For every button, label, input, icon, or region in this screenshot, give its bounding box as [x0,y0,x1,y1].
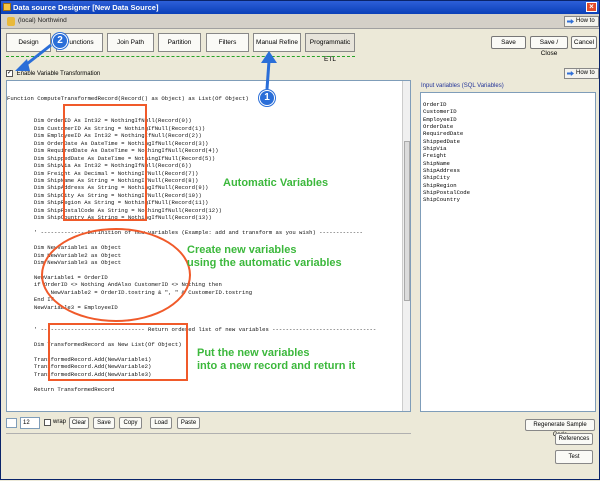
variable-item[interactable]: ShipAddress [423,167,470,174]
return-record-annotation: Put the new variables into a new record … [197,347,356,372]
editor-scrollbar[interactable] [402,81,410,411]
scrollbar-thumb[interactable] [404,141,410,301]
variable-item[interactable]: OrderDate [423,123,470,130]
wrap-label: wrap [53,419,67,425]
how-to-button-etl[interactable]: How to [564,68,599,79]
variable-item[interactable]: ShipName [423,160,470,167]
step-badge-1: 1 [259,90,275,106]
variable-item[interactable]: ShipCountry [423,196,470,203]
font-icon[interactable] [6,418,17,428]
window-title: Data source Designer [New Data Source] [13,3,159,12]
save-button[interactable]: Save [491,36,526,49]
step-manual-refine[interactable]: Manual Refine [253,33,301,52]
variable-items[interactable]: OrderID CustomerID EmployeeID OrderDate Requ… [423,101,470,204]
output-area [6,433,411,473]
cancel-button[interactable]: Cancel [571,36,597,49]
automatic-variables-highlight [63,104,147,221]
how-to-button-top[interactable]: How to [564,16,599,27]
code-line[interactable] [7,393,376,400]
variable-item[interactable]: ShippedDate [423,138,470,145]
how-to-label: How to [576,70,595,76]
variable-item[interactable]: Freight [423,152,470,159]
wrap-checkbox[interactable] [44,419,51,426]
step-filters[interactable]: Filters [206,33,249,52]
input-variables-list[interactable]: OrderID CustomerID EmployeeID OrderDate Requ… [420,92,596,412]
variable-item[interactable]: ShipCity [423,174,470,181]
variable-item[interactable]: ShipPostalCode [423,189,470,196]
variable-item[interactable]: CustomerID [423,108,470,115]
copy-button[interactable]: Copy [119,417,142,429]
create-variables-highlight [41,228,191,322]
paste-button[interactable]: Paste [177,417,200,429]
clear-button[interactable]: Clear [69,417,89,429]
font-size-stepper[interactable]: 12 [20,417,40,429]
arrow-head-icon [261,51,277,63]
app-icon [3,3,11,11]
variable-item[interactable]: EmployeeID [423,116,470,123]
regenerate-sample-code-button[interactable]: Regenerate Sample Code [525,419,595,438]
step-join-path[interactable]: Join Path [107,33,154,52]
code-line[interactable] [7,408,376,411]
step-design[interactable]: Design [6,33,51,52]
arrow-right-icon [567,71,574,76]
code-line[interactable] [7,222,376,229]
variable-item[interactable]: RequiredDate [423,130,470,137]
enable-vt-checkbox[interactable]: ✓ [6,70,13,77]
create-variables-annotation: Create new variables using the automatic… [187,244,342,269]
load-button[interactable]: Load [150,417,172,429]
database-icon [7,17,15,26]
variable-item[interactable]: OrderID [423,101,470,108]
step-badge-2: 2 [52,33,68,49]
step-programmatic-etl[interactable]: Programmatic ETL [305,33,355,63]
how-to-label: How to [576,18,595,24]
references-button[interactable]: References [555,433,593,445]
code-line[interactable]: ' ------------- Definition of new variab… [7,229,376,236]
test-button[interactable]: Test [555,450,593,464]
automatic-variables-annotation: Automatic Variables [223,177,329,189]
title-bar: Data source Designer [New Data Source] × [1,1,599,14]
return-record-highlight [48,323,188,381]
variable-item[interactable]: ShipVia [423,145,470,152]
connection-bar: (local) Northwind [1,14,599,29]
designer-window: Data source Designer [New Data Source] ×… [0,0,600,480]
connection-label: (local) Northwind [18,17,67,24]
close-button[interactable]: × [586,2,597,12]
code-line[interactable] [7,401,376,408]
code-line[interactable]: Function ComputeTransformedRecord(Record… [7,95,376,102]
input-variables-title: Input variables (SQL Variables) [421,83,504,89]
code-line[interactable] [7,311,376,318]
enable-vt-label: Enable Variable Transformation [16,71,101,78]
step-partition[interactable]: Partition [158,33,201,52]
arrow-right-icon [567,19,574,24]
save-close-button[interactable]: Save / Close [530,36,568,57]
code-line[interactable]: Return TransformedRecord [7,386,376,393]
variable-item[interactable]: ShipRegion [423,182,470,189]
enable-variable-transformation[interactable]: ✓ Enable Variable Transformation [6,70,100,78]
steps-progress-line [6,54,355,57]
save-code-button[interactable]: Save [93,417,115,429]
